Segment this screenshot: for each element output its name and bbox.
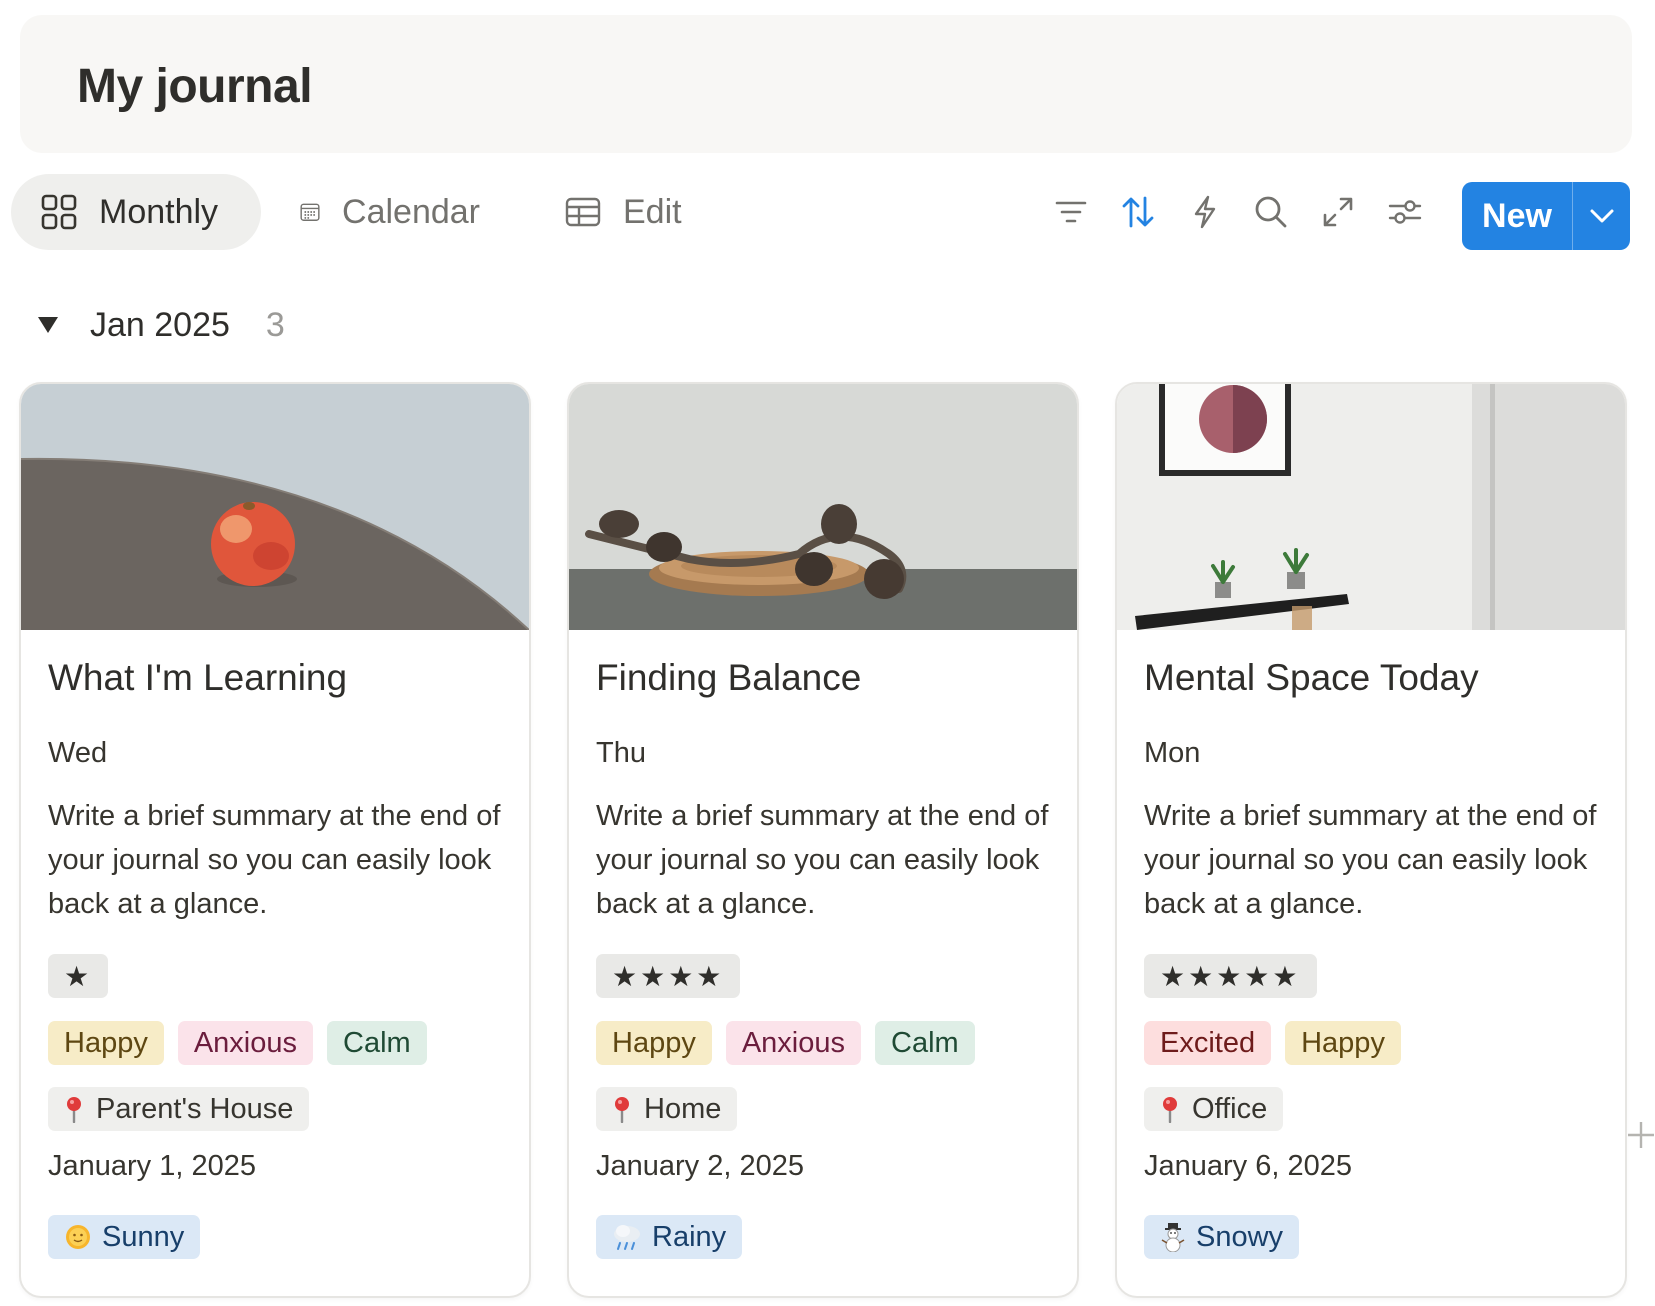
- plus-icon: [1628, 1122, 1654, 1148]
- tab-edit[interactable]: Edit: [535, 174, 715, 250]
- expand-icon: [1323, 197, 1353, 227]
- card-title[interactable]: What I'm Learning: [48, 657, 347, 699]
- view-toolbar: Monthly Calendar Edit New: [0, 170, 1655, 254]
- weather-label: Rainy: [652, 1220, 727, 1253]
- tab-label: Monthly: [99, 192, 219, 231]
- pin-icon: [615, 1097, 629, 1123]
- gallery-icon: [41, 194, 77, 230]
- tab-calendar[interactable]: Calendar: [270, 174, 510, 250]
- search-icon: [1255, 196, 1287, 228]
- new-button-group: New: [1462, 182, 1630, 250]
- weather-label: Sunny: [102, 1220, 185, 1253]
- table-icon: [565, 197, 601, 227]
- journal-card[interactable]: What I'm Learning Wed Write a brief summ…: [19, 382, 531, 1298]
- location-tag: Parent's House: [48, 1087, 310, 1131]
- weather-tag: Rainy: [596, 1215, 743, 1259]
- journal-card[interactable]: Finding Balance Thu Write a brief summar…: [567, 382, 1079, 1298]
- new-button[interactable]: New: [1462, 182, 1572, 250]
- card-day: Mon: [1144, 737, 1201, 769]
- group-count: 3: [265, 305, 285, 344]
- page-title[interactable]: My journal: [77, 59, 313, 114]
- triangle-down-icon: [38, 317, 58, 333]
- mood-tag: Calm: [875, 1021, 975, 1065]
- location-tag: Office: [1144, 1087, 1284, 1131]
- sort-icon: [1122, 196, 1154, 228]
- mood-tag: Anxious: [177, 1021, 313, 1065]
- mood-tag: Happy: [596, 1021, 712, 1065]
- mood-tags: Happy Anxious Calm: [596, 1021, 989, 1065]
- group-toggle[interactable]: [36, 313, 60, 337]
- card-cover-image: [1117, 384, 1625, 630]
- mood-tag: Happy: [48, 1021, 164, 1065]
- rating-badge: ★★★★: [596, 954, 741, 998]
- settings-icon: [1388, 200, 1422, 224]
- mood-tag: Happy: [1285, 1021, 1401, 1065]
- add-column-button[interactable]: [1626, 1120, 1655, 1150]
- search-button[interactable]: [1249, 190, 1293, 234]
- card-title[interactable]: Finding Balance: [596, 657, 861, 699]
- card-summary: Write a brief summary at the end of your…: [48, 800, 501, 920]
- card-summary: Write a brief summary at the end of your…: [596, 800, 1049, 920]
- location-label: Home: [644, 1092, 722, 1125]
- journal-card[interactable]: Mental Space Today Mon Write a brief sum…: [1115, 382, 1627, 1298]
- card-day: Wed: [48, 737, 108, 769]
- chevron-down-icon: [1590, 209, 1613, 223]
- filter-icon: [1055, 201, 1087, 223]
- rating-badge: ★: [48, 954, 109, 998]
- sort-button[interactable]: [1116, 190, 1160, 234]
- mood-tags: Excited Happy: [1144, 1021, 1415, 1065]
- calendar-icon: [300, 203, 320, 221]
- automation-button[interactable]: [1183, 190, 1227, 234]
- weather-label: Snowy: [1196, 1220, 1284, 1253]
- card-date: January 2, 2025: [596, 1150, 804, 1182]
- new-dropdown-button[interactable]: [1573, 182, 1630, 250]
- card-summary: Write a brief summary at the end of your…: [1144, 800, 1597, 920]
- filter-button[interactable]: [1049, 190, 1093, 234]
- automation-icon: [1194, 195, 1216, 229]
- card-day: Thu: [596, 737, 646, 769]
- weather-tag: Sunny: [48, 1215, 201, 1259]
- tab-label: Calendar: [342, 192, 480, 231]
- mood-tag: Excited: [1144, 1021, 1272, 1065]
- mood-tag: Calm: [327, 1021, 427, 1065]
- mood-tag: Anxious: [725, 1021, 861, 1065]
- group-header: Jan 2025 3: [36, 300, 285, 350]
- sun-icon: [64, 1223, 92, 1251]
- tab-monthly[interactable]: Monthly: [11, 174, 261, 250]
- rating-badge: ★★★★★: [1144, 954, 1317, 998]
- card-title[interactable]: Mental Space Today: [1144, 657, 1479, 699]
- card-cover-image: [21, 384, 529, 630]
- card-date: January 1, 2025: [48, 1150, 256, 1182]
- location-label: Parent's House: [96, 1092, 294, 1125]
- location-tag: Home: [596, 1087, 738, 1131]
- group-name: Jan 2025: [90, 305, 230, 344]
- weather-tag: Snowy: [1144, 1215, 1300, 1259]
- card-date: January 6, 2025: [1144, 1150, 1352, 1182]
- pin-icon: [1163, 1097, 1177, 1123]
- mood-tags: Happy Anxious Calm: [48, 1021, 441, 1065]
- settings-button[interactable]: [1383, 190, 1427, 234]
- expand-button[interactable]: [1316, 190, 1360, 234]
- page-header: My journal: [20, 15, 1632, 153]
- snowman-icon: [1160, 1222, 1186, 1252]
- card-cover-image: [569, 384, 1077, 630]
- rain-cloud-icon: [612, 1223, 642, 1251]
- location-label: Office: [1192, 1092, 1268, 1125]
- pin-icon: [67, 1097, 81, 1123]
- tab-label: Edit: [623, 192, 682, 231]
